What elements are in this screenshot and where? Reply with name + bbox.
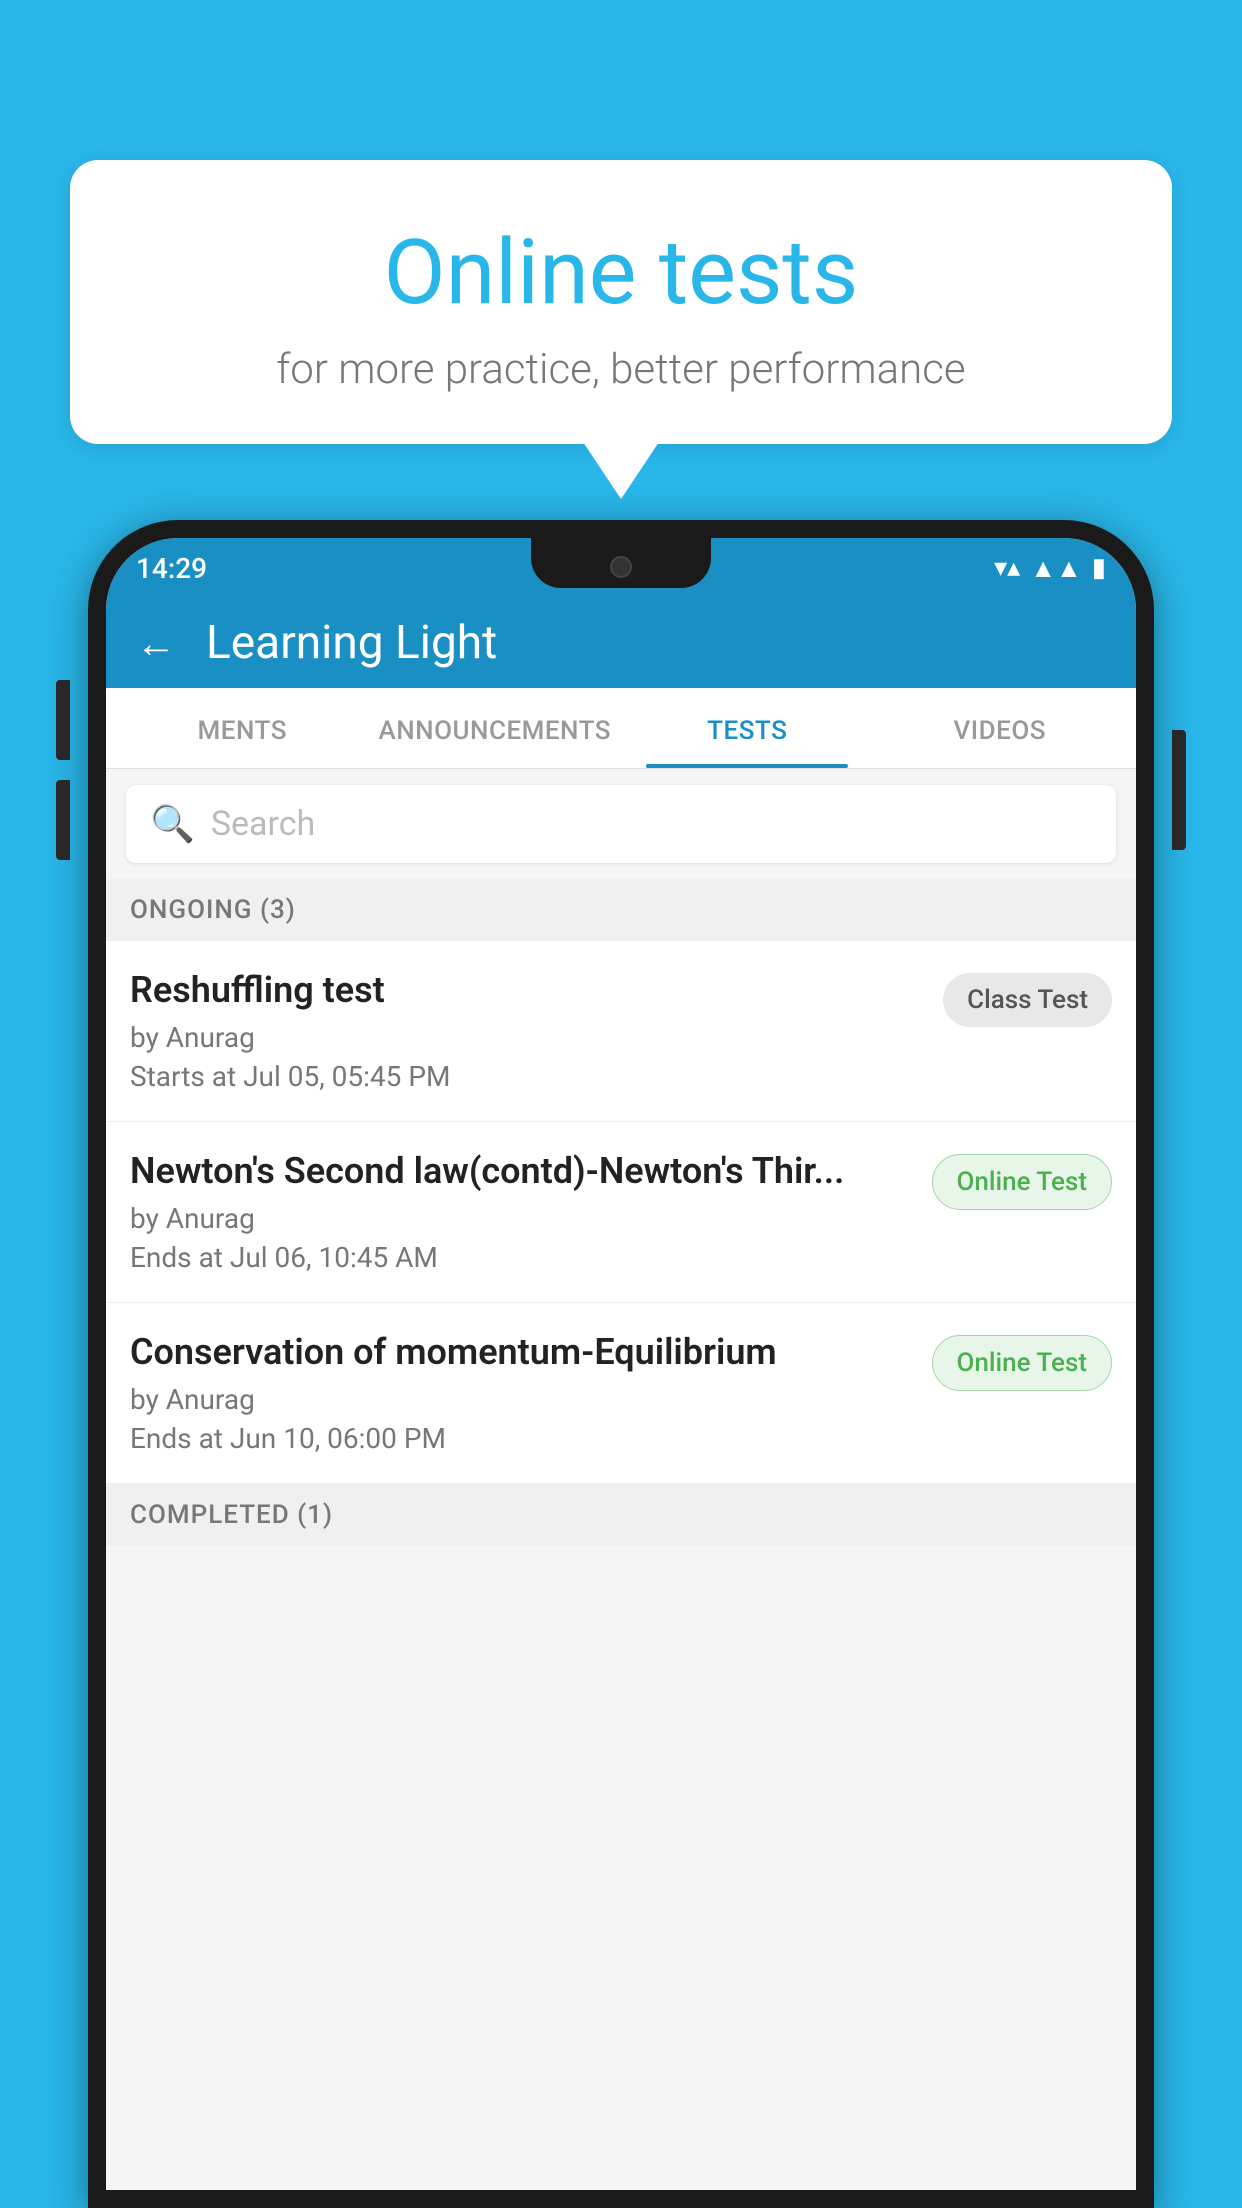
- phone-notch: [531, 538, 711, 588]
- badge-online-test-3: Online Test: [932, 1335, 1113, 1391]
- tab-ments[interactable]: MENTS: [116, 688, 369, 768]
- badge-online-test-2: Online Test: [932, 1154, 1113, 1210]
- test-time-newton: Ends at Jul 06, 10:45 AM: [130, 1241, 916, 1274]
- tabs-bar: MENTS ANNOUNCEMENTS TESTS VIDEOS: [106, 688, 1136, 769]
- signal-icon: ▲▲: [1030, 553, 1081, 584]
- test-time-reshuffling: Starts at Jul 05, 05:45 PM: [130, 1060, 927, 1093]
- back-button[interactable]: ←: [136, 620, 176, 667]
- tab-tests[interactable]: TESTS: [621, 688, 874, 768]
- test-item-reshuffling[interactable]: Reshuffling test by Anurag Starts at Jul…: [106, 941, 1136, 1122]
- search-icon: 🔍: [150, 803, 195, 845]
- bubble-subtitle: for more practice, better performance: [110, 345, 1132, 394]
- bubble-title: Online tests: [110, 220, 1132, 325]
- test-info-newton: Newton's Second law(contd)-Newton's Thir…: [130, 1150, 916, 1274]
- volume-down-button: [56, 780, 70, 860]
- app-title: Learning Light: [206, 616, 497, 670]
- search-container: 🔍 Search: [106, 769, 1136, 879]
- search-placeholder: Search: [211, 804, 315, 844]
- tab-videos[interactable]: VIDEOS: [874, 688, 1127, 768]
- test-title-reshuffling: Reshuffling test: [130, 969, 927, 1011]
- badge-class-test-1: Class Test: [943, 973, 1112, 1027]
- test-item-conservation[interactable]: Conservation of momentum-Equilibrium by …: [106, 1303, 1136, 1484]
- status-icons: ▾▴ ▲▲ ▮: [994, 553, 1106, 584]
- volume-up-button: [56, 680, 70, 760]
- tab-announcements[interactable]: ANNOUNCEMENTS: [369, 688, 622, 768]
- test-info-reshuffling: Reshuffling test by Anurag Starts at Jul…: [130, 969, 927, 1093]
- app-header: ← Learning Light: [106, 598, 1136, 688]
- ongoing-section-header: ONGOING (3): [106, 879, 1136, 941]
- test-info-conservation: Conservation of momentum-Equilibrium by …: [130, 1331, 916, 1455]
- test-time-conservation: Ends at Jun 10, 06:00 PM: [130, 1422, 916, 1455]
- test-title-conservation: Conservation of momentum-Equilibrium: [130, 1331, 916, 1373]
- test-author-conservation: by Anurag: [130, 1383, 916, 1416]
- test-author-reshuffling: by Anurag: [130, 1021, 927, 1054]
- test-item-newton[interactable]: Newton's Second law(contd)-Newton's Thir…: [106, 1122, 1136, 1303]
- search-box[interactable]: 🔍 Search: [126, 785, 1116, 863]
- status-time: 14:29: [136, 552, 207, 585]
- test-title-newton: Newton's Second law(contd)-Newton's Thir…: [130, 1150, 916, 1192]
- test-author-newton: by Anurag: [130, 1202, 916, 1235]
- completed-section-header: COMPLETED (1): [106, 1484, 1136, 1546]
- wifi-icon: ▾▴: [994, 553, 1020, 583]
- power-button: [1172, 730, 1186, 850]
- battery-icon: ▮: [1092, 553, 1106, 583]
- front-camera: [610, 556, 632, 578]
- speech-bubble: Online tests for more practice, better p…: [70, 160, 1172, 444]
- phone-screen: 14:29 ▾▴ ▲▲ ▮ ← Learning Light MENTS ANN…: [106, 538, 1136, 2190]
- phone-frame: 14:29 ▾▴ ▲▲ ▮ ← Learning Light MENTS ANN…: [88, 520, 1154, 2208]
